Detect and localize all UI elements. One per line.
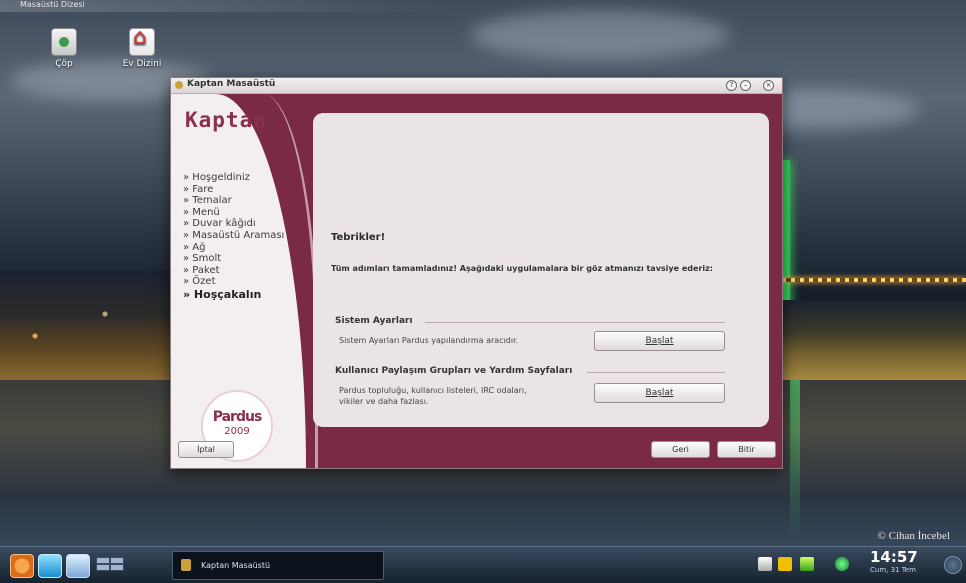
pager-desktop[interactable] <box>110 564 124 571</box>
step-summary[interactable]: » Özet <box>183 276 284 288</box>
step-menu[interactable]: » Menü <box>183 207 284 219</box>
desktop-folder-label: Masaüstü Dizesi <box>20 0 85 9</box>
step-network[interactable]: » Ağ <box>183 242 284 254</box>
start-community-button[interactable]: Başlat <box>594 383 725 403</box>
clock-time: 14:57 <box>870 548 918 566</box>
close-button[interactable]: × <box>763 80 774 91</box>
kickoff-menu-icon[interactable] <box>10 554 34 578</box>
desktop-icon-label: Ev Dizini <box>122 59 162 69</box>
start-system-settings-button[interactable]: Başlat <box>594 331 725 351</box>
clock[interactable]: 14:57 Cum, 31 Tem <box>870 548 918 575</box>
group-divider <box>587 372 725 373</box>
step-wallpaper[interactable]: » Duvar kâğıdı <box>183 218 284 230</box>
taskbar: Kaptan Masaüstü 14:57 Cum, 31 Tem <box>0 546 966 583</box>
window-title: Kaptan Masaüstü <box>187 79 276 89</box>
virtual-desktop-pager[interactable] <box>96 557 158 573</box>
congrats-heading: Tebrikler! <box>331 232 386 243</box>
show-desktop-icon[interactable] <box>38 554 62 578</box>
task-label: Kaptan Masaüstü <box>201 561 271 570</box>
pager-desktop[interactable] <box>96 564 110 571</box>
trash-icon <box>51 28 77 56</box>
system-menu-icon[interactable] <box>944 556 962 574</box>
group-title-system-settings: Sistem Ayarları <box>335 316 413 326</box>
kaptan-window: Kaptan Masaüstü ? – × Kaptan » Hoşgeldin… <box>170 77 783 469</box>
city-lights-right <box>780 300 966 380</box>
step-welcome[interactable]: » Hoşgeldiniz <box>183 172 284 184</box>
network-icon[interactable] <box>835 557 849 571</box>
step-package[interactable]: » Paket <box>183 265 284 277</box>
minimize-button[interactable]: – <box>740 80 751 91</box>
desktop-folder-bar[interactable]: Masaüstü Dizesi <box>0 0 455 12</box>
pager-desktop[interactable] <box>110 557 124 564</box>
app-icon <box>175 81 183 89</box>
back-button[interactable]: Geri <box>651 441 710 458</box>
package-manager-icon[interactable] <box>66 554 90 578</box>
sidebar: Kaptan » Hoşgeldiniz » Fare » Temalar » … <box>171 94 318 468</box>
group-description: Pardus topluluğu, kullanıcı listeleri, I… <box>339 386 527 406</box>
pardus-logo-year: 2009 <box>224 426 250 437</box>
kaptan-logo: Kaptan <box>185 108 267 132</box>
window-body: Kaptan » Hoşgeldiniz » Fare » Temalar » … <box>171 94 782 468</box>
copyright-text: © Cihan İncebel <box>877 530 951 542</box>
app-icon <box>181 559 191 571</box>
cancel-button[interactable]: İptal <box>178 441 234 458</box>
bridge-deck <box>782 278 966 282</box>
group-description: Sistem Ayarları Pardus yapılandırma arac… <box>339 336 519 345</box>
help-button[interactable]: ? <box>726 80 737 91</box>
step-list: » Hoşgeldiniz » Fare » Temalar » Menü » … <box>183 172 284 301</box>
desktop-icon-label: Çöp <box>55 59 73 69</box>
window-titlebar[interactable]: Kaptan Masaüstü ? – × <box>171 78 782 94</box>
content-panel: Tebrikler! Tüm adımları tamamladınız! Aş… <box>313 113 769 427</box>
desktop-icon-home[interactable]: Ev Dizini <box>112 25 172 69</box>
reflection <box>790 380 800 540</box>
clipboard-icon[interactable] <box>778 557 792 571</box>
cloud <box>470 10 730 60</box>
pager-desktop[interactable] <box>96 557 110 564</box>
task-kaptan[interactable]: Kaptan Masaüstü <box>172 551 384 580</box>
battery-icon[interactable] <box>800 557 814 571</box>
desktop-icon-trash[interactable]: Çöp <box>34 28 94 69</box>
step-goodbye[interactable]: » Hoşçakalın <box>183 289 284 301</box>
volume-icon[interactable] <box>758 557 772 571</box>
group-divider <box>425 322 725 323</box>
group-title-community: Kullanıcı Paylaşım Grupları ve Yardım Sa… <box>335 366 573 376</box>
bosphorus-bridge <box>782 160 966 380</box>
step-desktop-search[interactable]: » Masaüstü Araması <box>183 230 284 242</box>
step-mouse[interactable]: » Fare <box>183 184 284 196</box>
clock-date: Cum, 31 Tem <box>870 566 916 574</box>
step-themes[interactable]: » Temalar <box>183 195 284 207</box>
pardus-logo-name: Pardus <box>212 409 263 425</box>
city-lights-left <box>0 270 175 380</box>
home-folder-icon <box>129 25 155 56</box>
finish-button[interactable]: Bitir <box>717 441 776 458</box>
congrats-message: Tüm adımları tamamladınız! Aşağıdaki uyg… <box>331 264 713 273</box>
step-smolt[interactable]: » Smolt <box>183 253 284 265</box>
